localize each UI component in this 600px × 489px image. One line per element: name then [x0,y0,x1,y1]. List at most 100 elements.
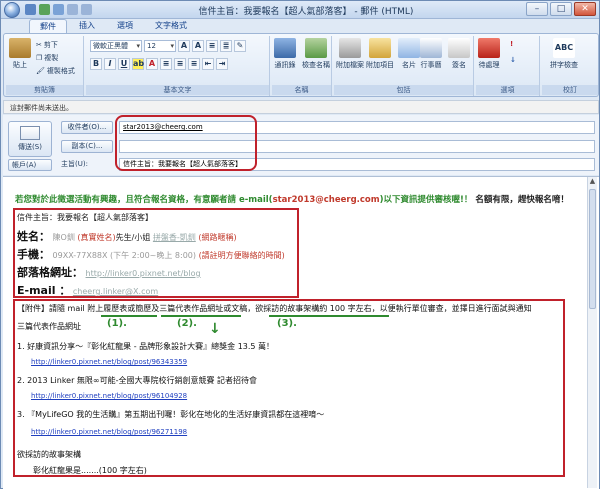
italic-icon[interactable]: I [104,58,116,70]
send-button[interactable]: 傳送(S) [8,121,52,157]
redo-icon[interactable] [53,4,64,15]
low-importance-icon[interactable]: ↓ [510,56,516,64]
spelling-button[interactable]: ABC 拼字檢查 [550,38,578,70]
attach-file-button[interactable]: 附加檔案 [336,38,364,70]
account-button[interactable]: 帳戶(A) [8,159,52,171]
basic-text-group: 微軟正黑體 12 A A ≡ ≣ ✎ B I U ab A ≡ ≡ ≡ ⇤ ⇥ … [86,36,270,96]
bold-icon[interactable]: B [90,58,102,70]
scissors-icon: ✂ [36,41,42,49]
grow-font-icon[interactable]: A [178,40,190,52]
item-link[interactable]: http://linker0.pixnet.net/blog/post/9627… [31,428,187,436]
basic-text-label: 基本文字 [86,85,269,95]
up-arrow-icon[interactable] [67,4,78,15]
calendar-button[interactable]: 行事曆 [420,38,442,70]
down-arrow-icon[interactable] [81,4,92,15]
clear-format-icon[interactable]: ✎ [234,40,246,52]
follow-up-button[interactable]: 待處理 [478,38,500,70]
mark-2: (2). [177,318,197,329]
undo-icon[interactable] [39,4,50,15]
subject-label: 主旨(U): [61,160,88,168]
story-line: 彰化紅龍果是.......(100 字左右) [33,466,147,475]
flag-icon [478,38,500,58]
blog-row: 部落格網址： http://linker0.pixnet.net/blog [17,266,201,279]
proofing-group: ABC 拼字檢查 校訂 [542,36,598,96]
clipboard-group: 貼上 ✂ 剪下 ❐ 複製 🖌 複製格式 剪貼簿 [6,36,84,96]
ribbon-tabs: 郵件 插入 選項 文字格式 [29,19,197,33]
shrink-font-icon[interactable]: A [192,40,204,52]
tab-message[interactable]: 郵件 [29,19,67,33]
paste-button[interactable]: 貼上 [9,38,31,70]
mark-1: (1). [107,318,127,329]
check-names-button[interactable]: 檢查名稱 [302,38,330,70]
align-right-icon[interactable]: ≡ [188,58,200,70]
minimize-button[interactable]: – [526,2,548,16]
office-button-icon[interactable] [4,2,20,18]
copy-icon: ❐ [36,54,43,62]
item-link[interactable]: http://linker0.pixnet.net/blog/post/9634… [31,358,187,366]
business-card-icon [398,38,420,58]
increase-indent-icon[interactable]: ⇥ [216,58,228,70]
outlook-compose-window: 信件主旨：我要報名【超人氣部落客】 - 郵件 (HTML) – □ ✕ 郵件 插… [0,0,600,489]
promo-line: 若您對於此徵選活動有興趣，且符合報名資格，有意願者請 e-mail(star20… [15,195,569,205]
window-title: 信件主旨：我要報名【超人氣部落客】 - 郵件 (HTML) [198,7,414,17]
maximize-button[interactable]: □ [550,2,572,16]
tab-format-text[interactable]: 文字格式 [145,19,197,33]
numbering-icon[interactable]: ≣ [220,40,232,52]
cut-button[interactable]: ✂ 剪下 [36,40,58,50]
vertical-scrollbar[interactable]: ▲ [587,177,597,488]
signature-icon [448,38,470,58]
to-button[interactable]: 收件者(O)... [61,121,113,134]
attach-item-button[interactable]: 附加項目 [366,38,394,70]
highlight-icon[interactable]: ab [132,58,144,70]
signature-button[interactable]: 簽名 [448,38,470,70]
list-item: 2. 2013 Linker 無限∞可能-全國大專院校行銷創意競賽 記者招待會 [17,376,258,385]
high-importance-icon[interactable]: ! [510,40,513,48]
item-link[interactable]: http://linker0.pixnet.net/blog/post/9610… [31,392,187,400]
cc-button[interactable]: 副本(C)... [61,140,113,153]
brush-icon: 🖌 [36,67,45,75]
format-painter-button[interactable]: 🖌 複製格式 [36,66,75,76]
font-size-select[interactable]: 12 [144,40,176,52]
phone-row: 手機： 09XX-77X88X (下午 2:00~晚上 8:00) (請註明方便… [17,248,285,261]
window-controls: – □ ✕ [526,2,596,16]
list-item: 3. 『MyLifeGO 我的生活購』第五期出刊囉！彰化在地化的生活好康資訊都在… [17,410,325,419]
save-icon[interactable] [25,4,36,15]
calendar-icon [420,38,442,58]
ribbon: 貼上 ✂剪下 ❐複製 🖌複製格式 剪貼簿 微軟正黑體 12 A A ≡ ≣ ✎ … [3,33,599,97]
header-highlight-box [115,115,257,171]
tab-options[interactable]: 選項 [107,19,143,33]
clipboard-icon [9,38,31,58]
underline-1 [101,315,157,317]
scroll-up-icon[interactable]: ▲ [588,177,597,187]
copy-button[interactable]: ❐ 複製 [36,53,58,63]
paperclip-icon [339,38,361,58]
underline-icon[interactable]: U [118,58,130,70]
align-center-icon[interactable]: ≡ [174,58,186,70]
title-bar: 信件主旨：我要報名【超人氣部落客】 - 郵件 (HTML) – □ ✕ [1,1,599,19]
bullets-icon[interactable]: ≡ [206,40,218,52]
font-select[interactable]: 微軟正黑體 [90,40,142,52]
font-color-icon[interactable]: A [146,58,158,70]
mark-3: (3). [277,318,297,329]
name-row: 姓名： 陳O釧 (真實姓名)先生/小姐 拼盤香-凱釧 (網路暱稱) [17,230,237,243]
scroll-thumb[interactable] [589,189,596,309]
envelope-icon [369,38,391,58]
align-left-icon[interactable]: ≡ [160,58,172,70]
options-group: 待處理 ! ↓ 選項 [476,36,540,96]
send-envelope-icon [20,126,40,140]
down-arrow-icon: ↓ [209,321,221,337]
business-card-button[interactable]: 名片 [398,38,420,70]
options-label: 選項 [476,85,539,95]
address-book-button[interactable]: 通訊錄 [274,38,296,70]
underline-2 [161,315,241,317]
decrease-indent-icon[interactable]: ⇤ [202,58,214,70]
close-button[interactable]: ✕ [574,2,596,16]
names-group: 通訊錄 檢查名稱 名稱 [272,36,332,96]
info-bar: 這封郵件尚未送出。 [3,100,599,114]
proofing-label: 校訂 [542,85,598,95]
email-row: E-mail ： cheerg.linker@X.com [17,284,159,297]
underline-3 [269,315,389,317]
quick-access-toolbar [25,4,92,15]
check-names-icon [305,38,327,58]
tab-insert[interactable]: 插入 [69,19,105,33]
